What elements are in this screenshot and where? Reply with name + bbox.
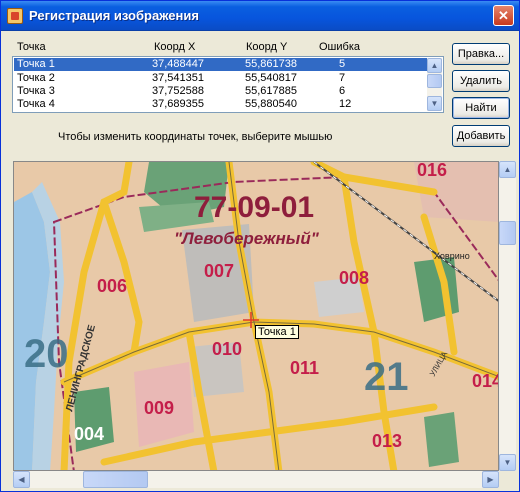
cell-x: 37,689355 <box>152 98 204 110</box>
map-image[interactable]: 77-09-01 "Левобережный" 006 007 008 009 … <box>13 161 499 471</box>
list-item[interactable]: Точка 4 37,689355 55,880540 12 <box>14 98 428 111</box>
column-header-point[interactable]: Точка <box>17 41 46 53</box>
add-button[interactable]: Добавить <box>452 125 510 147</box>
cell-x: 37,752588 <box>152 85 204 97</box>
map-svg: 77-09-01 "Левобережный" 006 007 008 009 … <box>14 162 499 470</box>
cell-y: 55,617885 <box>245 85 297 97</box>
cell-y: 55,861738 <box>245 58 297 70</box>
cell-y: 55,880540 <box>245 98 297 110</box>
scroll-up-icon[interactable]: ▲ <box>499 161 516 178</box>
list-scrollbar[interactable]: ▲ ▼ <box>427 58 442 111</box>
area-label: 013 <box>372 431 402 451</box>
hint-text: Чтобы изменить координаты точек, выберит… <box>58 131 333 143</box>
area-label: 004 <box>74 424 104 444</box>
district-name: "Левобережный" <box>174 229 320 248</box>
scroll-up-icon[interactable]: ▲ <box>427 58 442 73</box>
scrollbar-corner <box>499 471 516 488</box>
point-label: Точка 1 <box>255 325 299 339</box>
area-label: 014 <box>472 371 499 391</box>
scroll-right-icon[interactable]: ▶ <box>482 471 499 488</box>
scroll-thumb[interactable] <box>83 471 148 488</box>
place-label: Ховрино <box>434 251 470 261</box>
find-button[interactable]: Найти <box>452 97 510 119</box>
scroll-thumb[interactable] <box>427 74 442 88</box>
cell-error: 12 <box>339 98 352 110</box>
scroll-down-icon[interactable]: ▼ <box>427 96 442 111</box>
delete-button[interactable]: Удалить <box>452 70 510 92</box>
window-title: Регистрация изображения <box>29 8 199 23</box>
points-list[interactable]: Точка 1 37,488447 55,861738 5 Точка 2 37… <box>12 56 444 113</box>
column-header-x[interactable]: Коорд X <box>154 41 195 53</box>
list-item[interactable]: Точка 2 37,541351 55,540817 7 <box>14 72 428 85</box>
cell-error: 6 <box>339 85 346 97</box>
map-vertical-scrollbar[interactable]: ▲ ▼ <box>499 161 516 471</box>
cell-x: 37,488447 <box>152 58 204 70</box>
cell-point: Точка 2 <box>17 72 55 84</box>
cell-point: Точка 1 <box>17 58 55 70</box>
title-bar: Регистрация изображения ✕ <box>1 1 519 31</box>
cell-point: Точка 3 <box>17 85 55 97</box>
column-header-error[interactable]: Ошибка <box>319 41 360 53</box>
area-label: 007 <box>204 261 234 281</box>
scroll-thumb[interactable] <box>499 221 516 245</box>
list-item[interactable]: Точка 3 37,752588 55,617885 6 <box>14 85 428 98</box>
area-label: 010 <box>212 339 242 359</box>
scroll-down-icon[interactable]: ▼ <box>499 454 516 471</box>
map-horizontal-scrollbar[interactable]: ◀ ▶ <box>13 471 499 488</box>
cell-y: 55,540817 <box>245 72 297 84</box>
area-label: 016 <box>417 162 447 180</box>
big-number-label: 20 <box>24 332 69 376</box>
cell-error: 7 <box>339 72 346 84</box>
cell-point: Точка 4 <box>17 98 55 110</box>
area-label: 006 <box>97 276 127 296</box>
area-label: 011 <box>290 358 319 378</box>
cell-x: 37,541351 <box>152 72 204 84</box>
column-header-y[interactable]: Коорд Y <box>246 41 287 53</box>
edit-button[interactable]: Правка... <box>452 43 510 65</box>
list-item[interactable]: Точка 1 37,488447 55,861738 5 <box>14 58 428 71</box>
district-code: 77-09-01 <box>194 191 314 224</box>
cell-error: 5 <box>339 58 346 70</box>
scroll-left-icon[interactable]: ◀ <box>13 471 30 488</box>
list-header: Точка Коорд X Коорд Y Ошибка <box>13 41 443 55</box>
area-label: 009 <box>144 398 174 418</box>
big-number-label: 21 <box>364 355 409 399</box>
area-label: 008 <box>339 268 369 288</box>
app-icon <box>7 8 23 24</box>
registration-dialog: Регистрация изображения ✕ Точка Коорд X … <box>0 0 520 492</box>
close-button[interactable]: ✕ <box>493 5 514 26</box>
